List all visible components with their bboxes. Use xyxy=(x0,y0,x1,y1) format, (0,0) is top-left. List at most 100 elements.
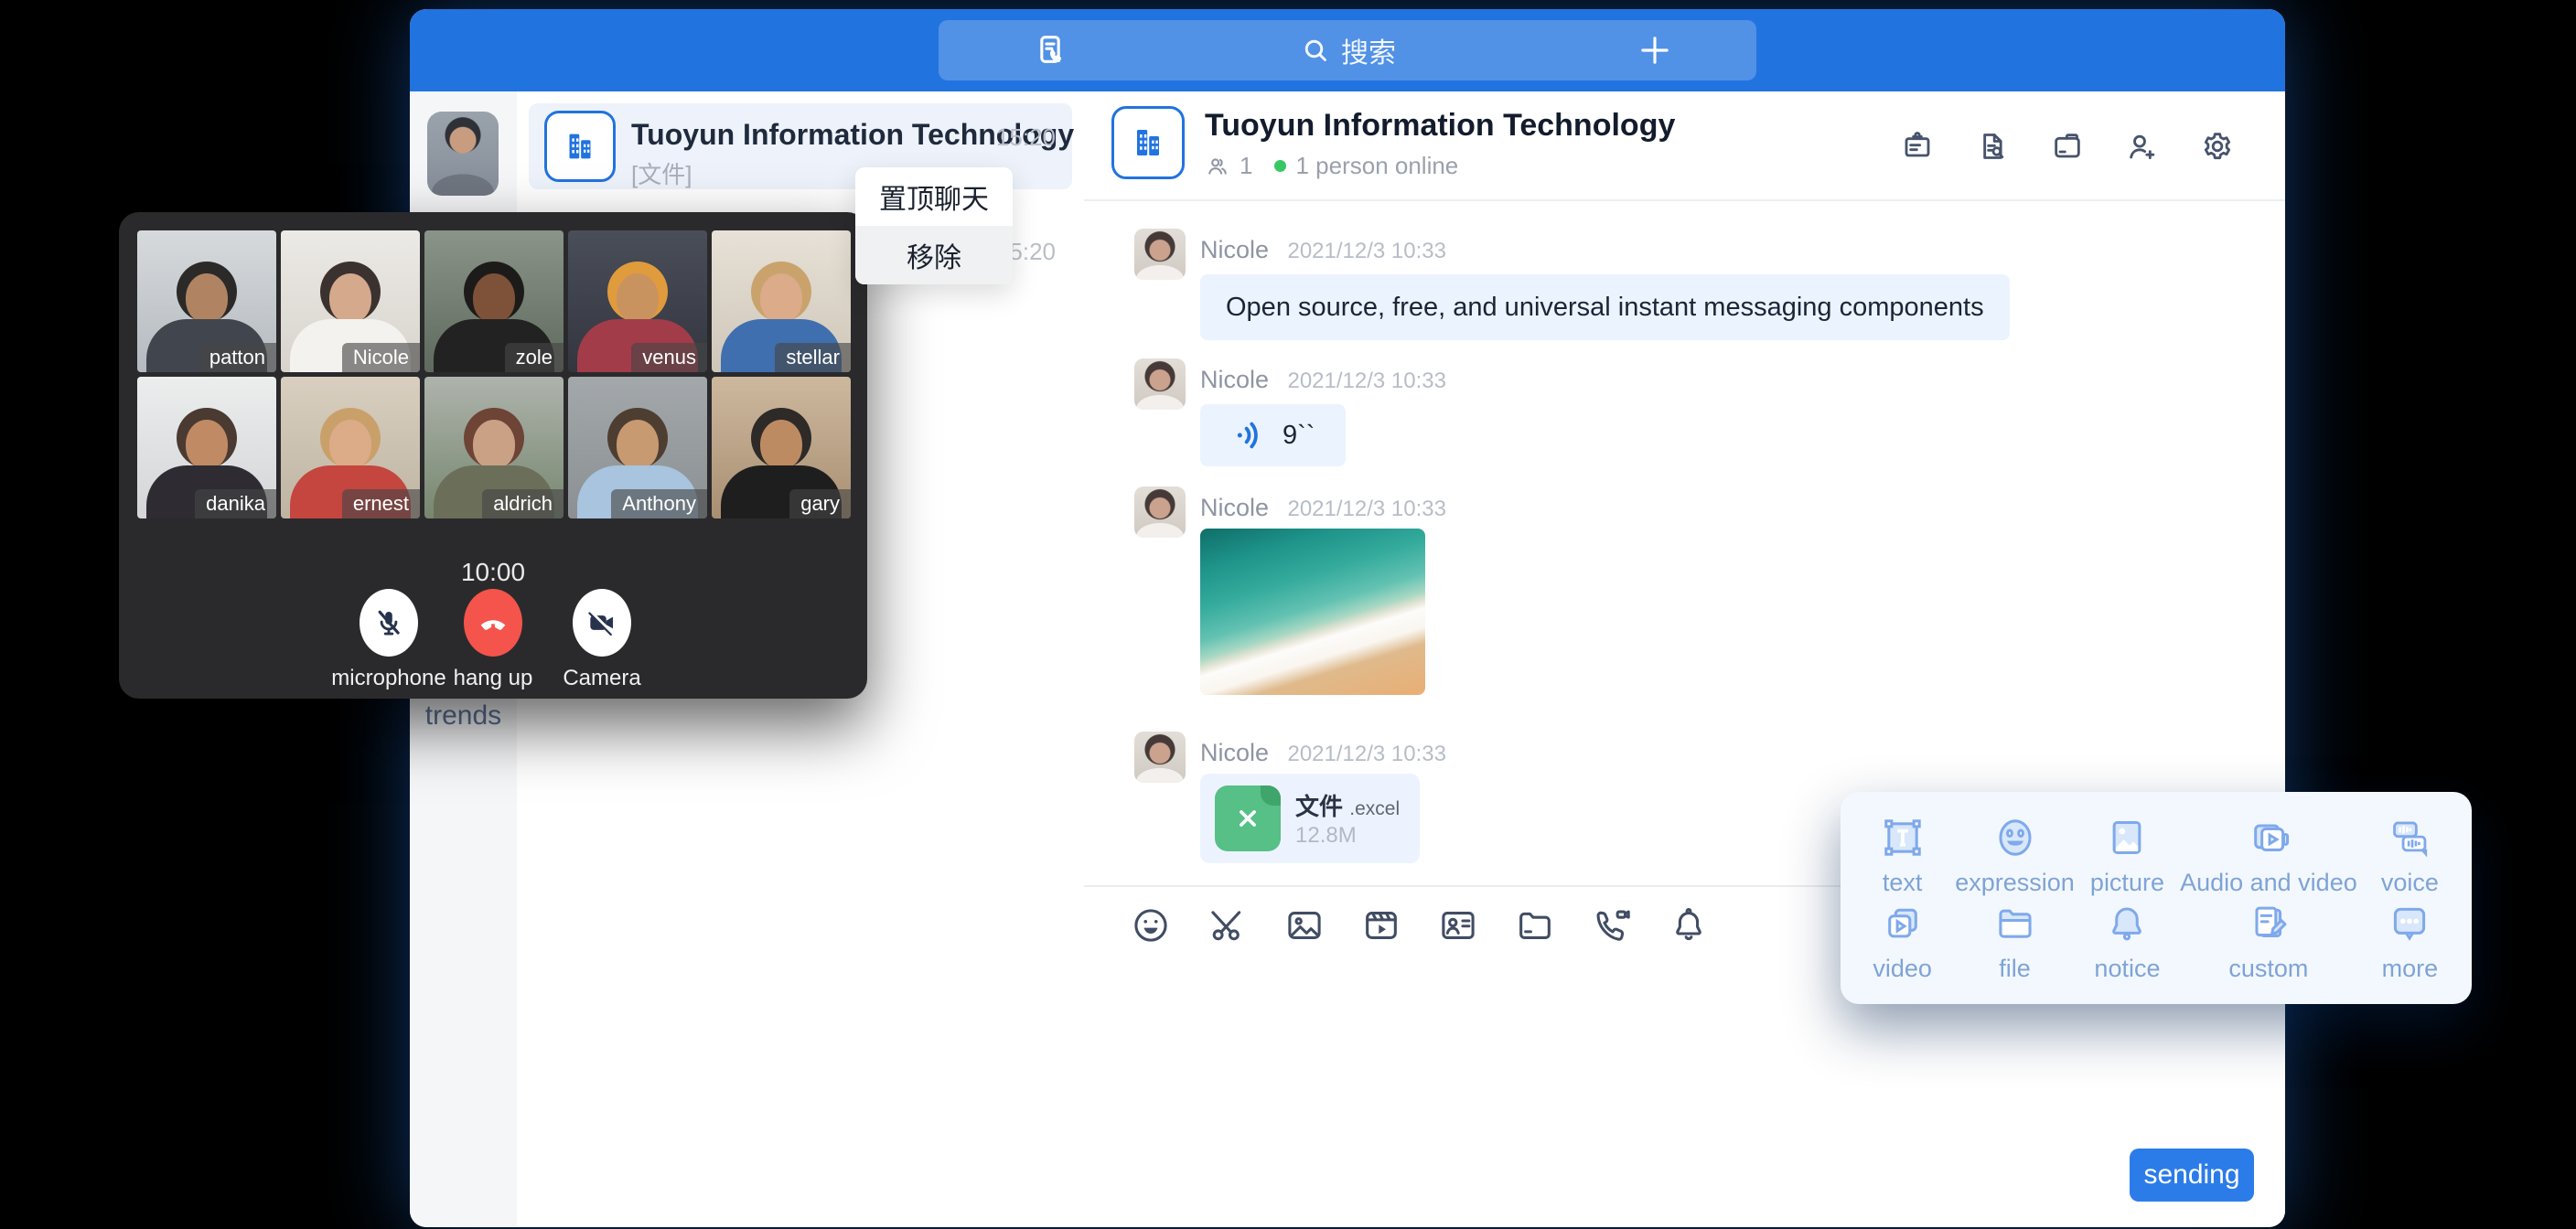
my-avatar[interactable] xyxy=(427,112,499,196)
settings-gear-icon[interactable] xyxy=(2199,128,2236,165)
video-icon[interactable] xyxy=(1360,904,1402,946)
participant-tile: patton xyxy=(137,230,276,372)
participant-tile: zole xyxy=(424,230,564,372)
microphone-button[interactable] xyxy=(360,589,418,657)
video-call-window: patton Nicole zole venus stellar danika … xyxy=(119,212,867,699)
text-bubble: Open source, free, and universal instant… xyxy=(1200,274,2010,340)
conversation-time: 15:20 xyxy=(996,123,1056,152)
hang-up-button[interactable] xyxy=(464,589,522,657)
group-notice-icon[interactable] xyxy=(1899,128,1936,165)
chat-panel: Tuoyun Information Technology 1 1 person… xyxy=(1084,91,2285,1227)
feature-label: voice xyxy=(2381,869,2439,897)
message-type-panel: text expression picture xyxy=(1841,792,2472,1004)
custom-doc-icon xyxy=(2245,900,2292,947)
chat-history-search-icon[interactable] xyxy=(1974,128,2011,165)
member-count: 1 xyxy=(1240,152,1252,180)
camera-button[interactable] xyxy=(573,589,631,657)
participant-tile: Anthony xyxy=(568,377,707,518)
participant-name: Nicole xyxy=(342,343,420,372)
voice-wave-icon xyxy=(1231,417,1268,454)
excel-file-icon xyxy=(1215,785,1281,851)
group-files-icon[interactable] xyxy=(2049,128,2086,165)
search-icon xyxy=(1299,34,1332,67)
feature-label: more xyxy=(2382,955,2439,983)
screenshot-scissors-icon[interactable] xyxy=(1207,904,1249,946)
feature-label: text xyxy=(1883,869,1923,897)
message-time: 2021/12/3 10:33 xyxy=(1287,369,1446,393)
group-avatar xyxy=(544,111,616,182)
participant-tile: venus xyxy=(568,230,707,372)
text-icon xyxy=(1879,814,1927,861)
voice-bubble[interactable]: 9`` xyxy=(1200,404,1346,466)
plus-icon xyxy=(1636,31,1674,69)
sender-name: Nicole xyxy=(1200,366,1269,393)
menu-item-remove[interactable]: 移除 xyxy=(855,226,1013,284)
message-time: 2021/12/3 10:33 xyxy=(1287,239,1446,263)
picture-icon[interactable] xyxy=(1283,904,1326,946)
notice-bell-icon xyxy=(2103,900,2151,947)
sender-avatar[interactable] xyxy=(1134,229,1186,280)
participant-name: stellar xyxy=(775,343,851,372)
camera-off-icon xyxy=(585,605,619,640)
participant-tile: gary xyxy=(712,377,851,518)
feature-notice[interactable]: notice xyxy=(2075,898,2180,984)
feature-label: expression xyxy=(1955,869,2075,897)
feature-more[interactable]: more xyxy=(2357,898,2463,984)
send-button[interactable]: sending xyxy=(2130,1149,2254,1202)
feature-video[interactable]: video xyxy=(1850,898,1955,984)
sender-name: Nicole xyxy=(1200,236,1269,263)
feature-label: video xyxy=(1873,955,1932,983)
search-bar[interactable]: 搜索 xyxy=(939,20,1756,80)
voice-duration: 9`` xyxy=(1283,421,1315,451)
chat-header: Tuoyun Information Technology 1 1 person… xyxy=(1084,91,2285,201)
feature-label: notice xyxy=(2094,955,2160,983)
sender-avatar[interactable] xyxy=(1134,358,1186,410)
topbar: 搜索 xyxy=(410,9,2285,91)
search-area[interactable]: 搜索 xyxy=(939,20,1756,80)
chat-title: Tuoyun Information Technology xyxy=(1205,108,1675,144)
feature-picture[interactable]: picture xyxy=(2075,812,2180,898)
add-button[interactable] xyxy=(1636,20,1674,80)
notification-bell-icon[interactable] xyxy=(1668,904,1710,946)
feature-audio-video[interactable]: Audio and video xyxy=(2180,812,2357,898)
more-icon xyxy=(2386,900,2433,947)
sender-avatar[interactable] xyxy=(1134,732,1186,783)
mic-off-icon xyxy=(371,605,406,640)
participant-name: gary xyxy=(789,489,851,518)
online-status: 1 person online xyxy=(1295,152,1458,180)
file-ext: .excel xyxy=(1349,798,1400,819)
feature-file[interactable]: file xyxy=(1955,898,2075,984)
participant-tile: aldrich xyxy=(424,377,564,518)
hang-up-icon xyxy=(475,604,511,641)
participant-name: Anthony xyxy=(611,489,707,518)
file-attachment[interactable]: 文件 .excel 12.8M xyxy=(1200,774,1420,863)
emoji-icon[interactable] xyxy=(1130,904,1172,946)
call-icon[interactable] xyxy=(1591,904,1633,946)
participant-tile: Nicole xyxy=(281,230,420,372)
sender-name: Nicole xyxy=(1200,494,1269,521)
message-time: 2021/12/3 10:33 xyxy=(1287,497,1446,521)
participant-tile: danika xyxy=(137,377,276,518)
video-clip-icon xyxy=(1879,900,1927,947)
sender-avatar[interactable] xyxy=(1134,486,1186,538)
feature-custom[interactable]: custom xyxy=(2180,898,2357,984)
image-attachment-beach[interactable] xyxy=(1200,529,1425,695)
participant-tile: stellar xyxy=(712,230,851,372)
camera-label: Camera xyxy=(510,666,693,691)
picture-blue-icon xyxy=(2103,814,2151,861)
participant-name: aldrich xyxy=(482,489,564,518)
feature-label: file xyxy=(1999,955,2031,983)
menu-item-pin-chat[interactable]: 置顶聊天 xyxy=(855,167,1013,226)
sender-name: Nicole xyxy=(1200,739,1269,766)
feature-label: custom xyxy=(2228,955,2308,983)
feature-voice[interactable]: voice xyxy=(2357,812,2463,898)
participant-name: zole xyxy=(505,343,564,372)
contact-card-icon[interactable] xyxy=(1437,904,1479,946)
expression-icon xyxy=(1991,814,2039,861)
add-member-icon[interactable] xyxy=(2124,128,2161,165)
folder-icon[interactable] xyxy=(1514,904,1556,946)
chat-meta: 1 1 person online xyxy=(1205,152,1458,180)
feature-label: Audio and video xyxy=(2180,869,2357,897)
feature-expression[interactable]: expression xyxy=(1955,812,2075,898)
feature-text[interactable]: text xyxy=(1850,812,1955,898)
